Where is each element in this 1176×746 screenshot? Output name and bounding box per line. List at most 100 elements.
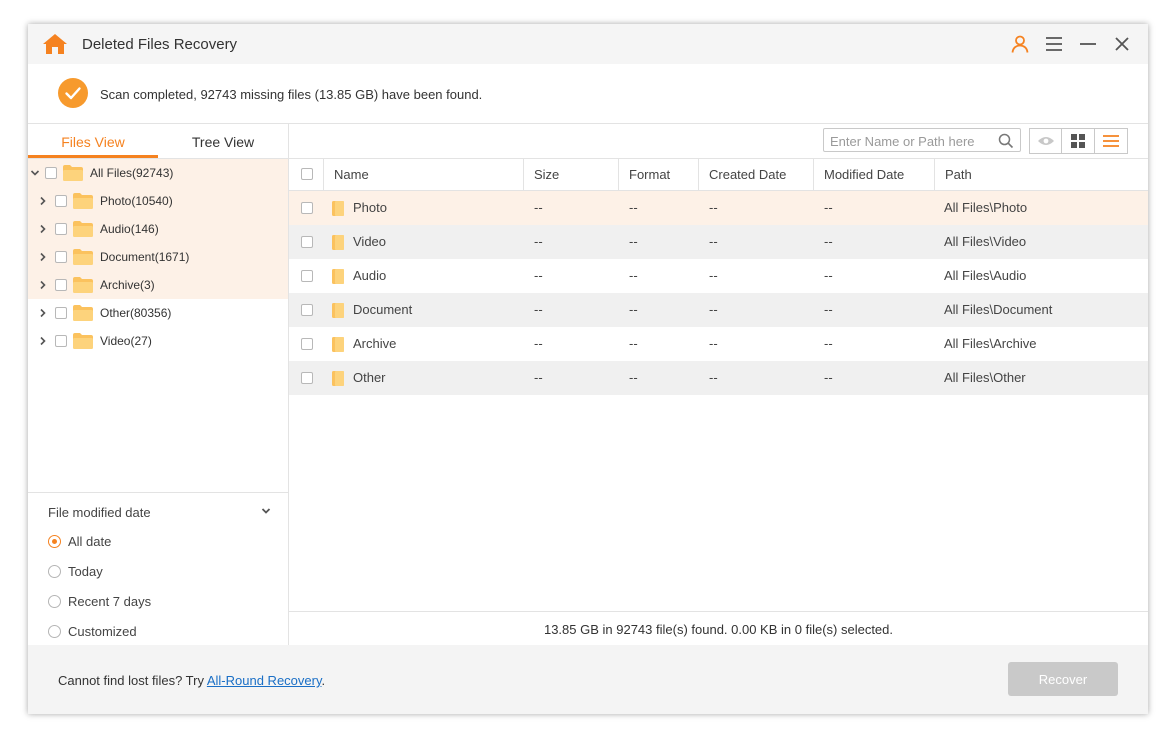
folder-icon bbox=[332, 235, 344, 250]
cell-name: Document bbox=[353, 302, 413, 317]
column-header-modified-date[interactable]: Modified Date bbox=[813, 159, 934, 190]
column-header-format[interactable]: Format bbox=[618, 159, 698, 190]
cell-size: -- bbox=[534, 302, 543, 317]
table-header: Name Size Format Created Date Modified D… bbox=[289, 159, 1148, 191]
tab-files-view[interactable]: Files View bbox=[28, 124, 158, 158]
row-checkbox[interactable] bbox=[301, 236, 313, 248]
select-all-checkbox[interactable] bbox=[301, 168, 313, 180]
row-checkbox[interactable] bbox=[301, 202, 313, 214]
cell-path: All Files\Other bbox=[944, 370, 1026, 385]
tree-item-label: Photo(10540) bbox=[100, 194, 173, 208]
cell-name: Photo bbox=[353, 200, 387, 215]
table-row[interactable]: Archive -- -- -- -- All Files\Archive bbox=[289, 327, 1148, 361]
column-header-size[interactable]: Size bbox=[523, 159, 618, 190]
radio-button[interactable] bbox=[48, 595, 61, 608]
column-header-name[interactable]: Name bbox=[323, 159, 523, 190]
tree-item-archive[interactable]: Archive(3) bbox=[28, 271, 288, 299]
menu-icon[interactable] bbox=[1042, 32, 1066, 56]
cell-name: Video bbox=[353, 234, 387, 249]
tree-item-label: Archive(3) bbox=[100, 278, 155, 292]
radio-customized[interactable]: Customized bbox=[48, 622, 268, 642]
search-input[interactable] bbox=[828, 131, 992, 151]
radio-recent-7-days[interactable]: Recent 7 days bbox=[48, 592, 268, 612]
tree-item-other[interactable]: Other(80356) bbox=[28, 299, 288, 327]
list-view-button[interactable] bbox=[1095, 129, 1127, 153]
table-row[interactable]: Video -- -- -- -- All Files\Video bbox=[289, 225, 1148, 259]
table-row[interactable]: Photo -- -- -- -- All Files\Photo bbox=[289, 191, 1148, 225]
table-row[interactable]: Audio -- -- -- -- All Files\Audio bbox=[289, 259, 1148, 293]
table-row[interactable]: Other -- -- -- -- All Files\Other bbox=[289, 361, 1148, 395]
row-checkbox[interactable] bbox=[301, 338, 313, 350]
cell-modified-date: -- bbox=[824, 200, 833, 215]
folder-icon bbox=[332, 303, 344, 318]
scan-result-message: Scan completed, 92743 missing files (13.… bbox=[100, 87, 483, 102]
folder-icon bbox=[332, 337, 344, 352]
cell-format: -- bbox=[629, 302, 638, 317]
cell-size: -- bbox=[534, 370, 543, 385]
cell-format: -- bbox=[629, 268, 638, 283]
row-checkbox[interactable] bbox=[301, 372, 313, 384]
column-header-path[interactable]: Path bbox=[934, 159, 1148, 190]
chevron-right-icon[interactable] bbox=[38, 336, 48, 346]
cell-created-date: -- bbox=[709, 370, 718, 385]
cell-format: -- bbox=[629, 234, 638, 249]
tree-item-all-files[interactable]: All Files(92743) bbox=[28, 159, 288, 187]
radio-today[interactable]: Today bbox=[48, 562, 268, 582]
preview-button[interactable] bbox=[1030, 129, 1063, 153]
checkbox[interactable] bbox=[55, 251, 67, 263]
table-row[interactable]: Document -- -- -- -- All Files\Document bbox=[289, 293, 1148, 327]
checkbox[interactable] bbox=[55, 279, 67, 291]
checkmark-icon bbox=[58, 78, 88, 108]
all-round-recovery-link[interactable]: All-Round Recovery bbox=[207, 673, 322, 688]
radio-all-date[interactable]: All date bbox=[48, 532, 268, 552]
tab-tree-view[interactable]: Tree View bbox=[158, 124, 288, 158]
cell-size: -- bbox=[534, 200, 543, 215]
column-header-created-date[interactable]: Created Date bbox=[698, 159, 813, 190]
footer-hint: Cannot find lost files? Try All-Round Re… bbox=[58, 673, 325, 688]
checkbox[interactable] bbox=[55, 335, 67, 347]
cell-size: -- bbox=[534, 268, 543, 283]
chevron-right-icon[interactable] bbox=[38, 196, 48, 206]
chevron-right-icon[interactable] bbox=[38, 252, 48, 262]
search-box bbox=[823, 128, 1021, 152]
radio-button[interactable] bbox=[48, 625, 61, 638]
date-filter-panel: File modified date All date Today Recent… bbox=[28, 492, 288, 646]
radio-label: Recent 7 days bbox=[68, 594, 152, 609]
row-checkbox[interactable] bbox=[301, 270, 313, 282]
chevron-right-icon[interactable] bbox=[38, 280, 48, 290]
status-bar: 13.85 GB in 92743 file(s) found. 0.00 KB… bbox=[289, 611, 1148, 646]
chevron-right-icon[interactable] bbox=[38, 308, 48, 318]
cell-created-date: -- bbox=[709, 200, 718, 215]
tree-item-video[interactable]: Video(27) bbox=[28, 327, 288, 355]
radio-button[interactable] bbox=[48, 535, 61, 548]
cell-created-date: -- bbox=[709, 336, 718, 351]
tree-item-document[interactable]: Document(1671) bbox=[28, 243, 288, 271]
cell-name: Archive bbox=[353, 336, 397, 351]
checkbox[interactable] bbox=[55, 223, 67, 235]
grid-icon bbox=[1071, 134, 1086, 148]
folder-icon bbox=[63, 165, 83, 181]
checkbox[interactable] bbox=[45, 167, 57, 179]
chevron-right-icon[interactable] bbox=[38, 224, 48, 234]
checkbox[interactable] bbox=[55, 195, 67, 207]
folder-icon bbox=[73, 305, 93, 321]
tree-item-label: Audio(146) bbox=[100, 222, 159, 236]
folder-icon bbox=[73, 277, 93, 293]
checkbox[interactable] bbox=[55, 307, 67, 319]
row-checkbox[interactable] bbox=[301, 304, 313, 316]
tree-item-photo[interactable]: Photo(10540) bbox=[28, 187, 288, 215]
cell-path: All Files\Video bbox=[944, 234, 1027, 249]
home-icon[interactable] bbox=[42, 33, 68, 55]
close-icon[interactable] bbox=[1110, 32, 1134, 56]
chevron-down-icon[interactable] bbox=[30, 168, 40, 178]
tree-item-audio[interactable]: Audio(146) bbox=[28, 215, 288, 243]
chevron-down-icon[interactable] bbox=[260, 505, 272, 517]
minimize-icon[interactable] bbox=[1076, 32, 1100, 56]
grid-view-button[interactable] bbox=[1062, 129, 1095, 153]
radio-button[interactable] bbox=[48, 565, 61, 578]
cell-created-date: -- bbox=[709, 302, 718, 317]
search-icon[interactable] bbox=[998, 133, 1014, 149]
account-icon[interactable] bbox=[1008, 32, 1032, 56]
recover-button[interactable]: Recover bbox=[1008, 662, 1118, 696]
view-tabs: Files View Tree View bbox=[28, 124, 288, 159]
